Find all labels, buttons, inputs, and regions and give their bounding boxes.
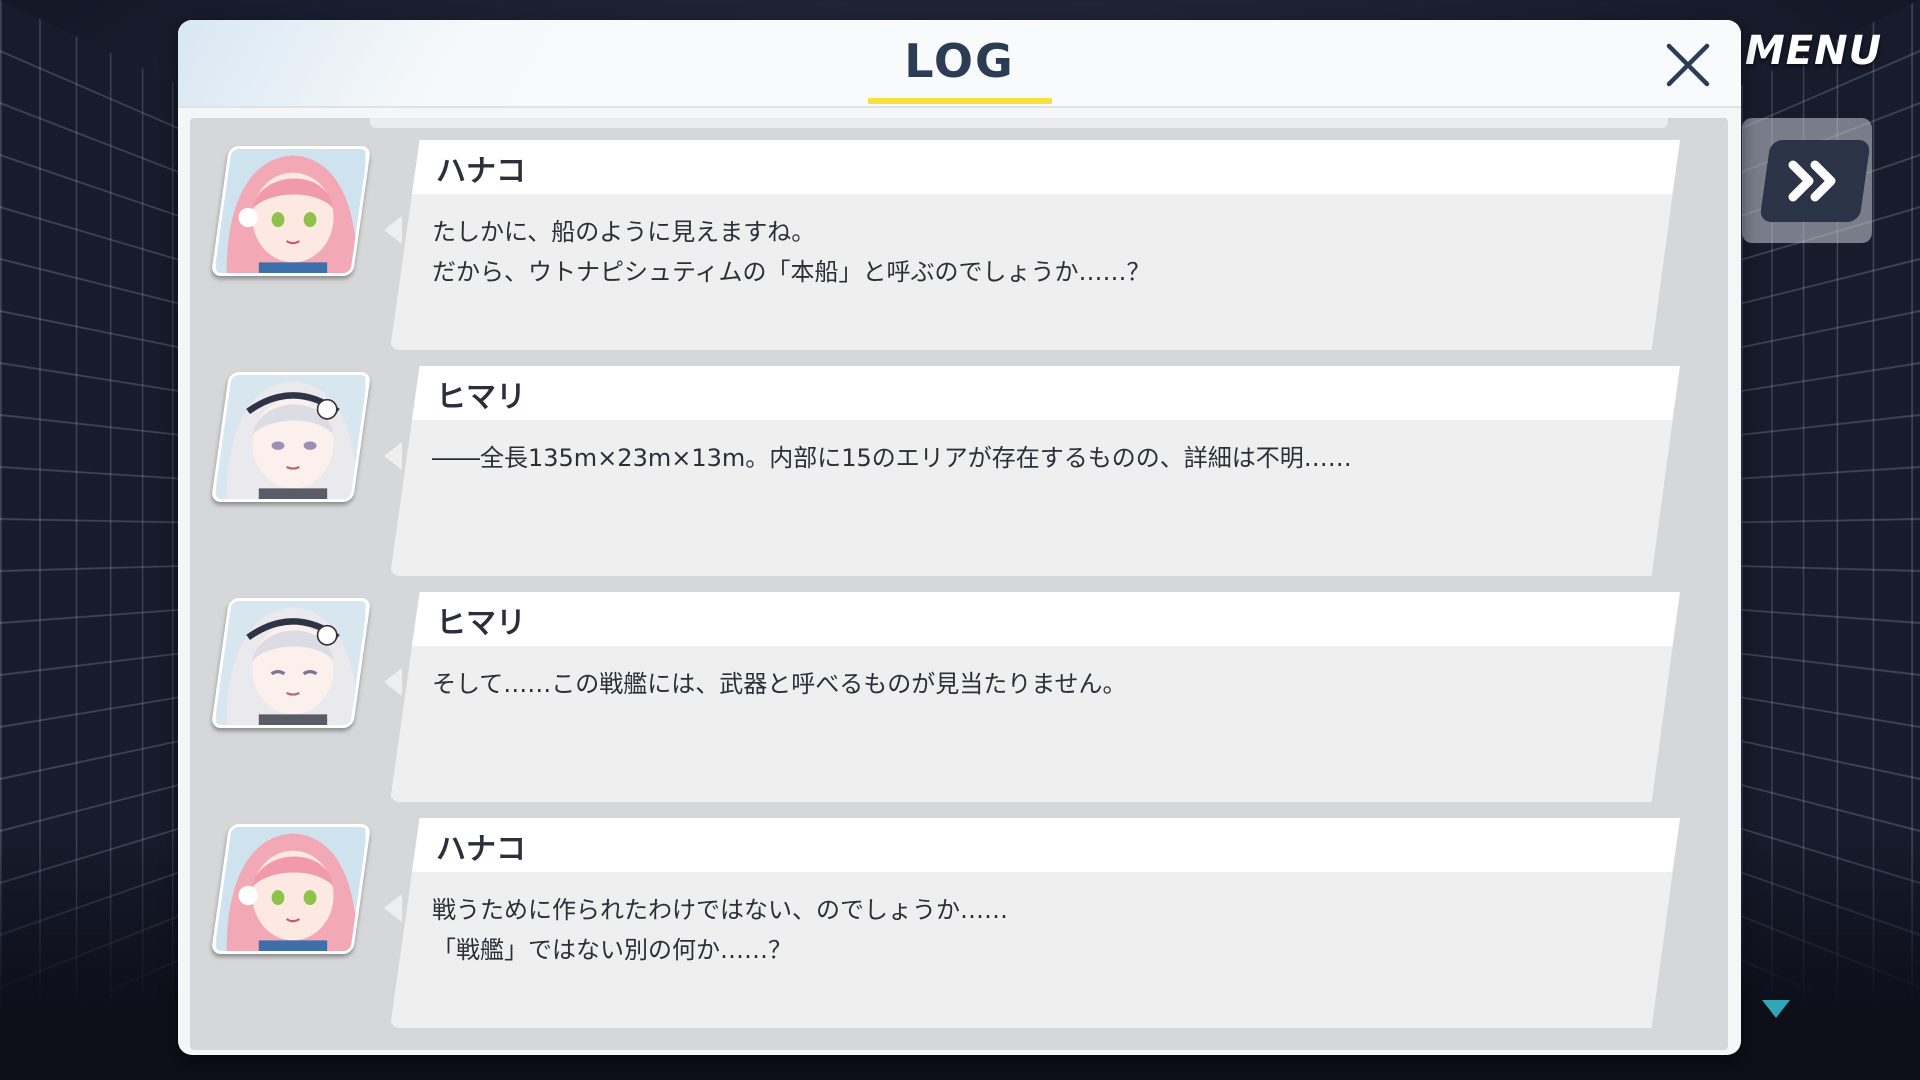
hanako-portrait [211, 146, 371, 276]
title-underline [868, 98, 1052, 104]
log-list[interactable]: ハナコ たしかに、船のように見えますね。 だから、ウトナピシュティムの「本船」と… [190, 118, 1728, 1050]
dialogue-bubble: ヒマリ そして……この戦艦には、武器と呼べるものが見当たりません。 [390, 592, 1680, 802]
dialog-title: LOG [178, 34, 1741, 88]
speaker-name: ハナコ [436, 824, 526, 868]
himari-portrait [211, 598, 371, 728]
dialogue-bubble: ヒマリ ――全長135m×23m×13m。内部に15のエリアが存在するものの、詳… [390, 366, 1680, 576]
dialogue-bubble: ハナコ 戦うために作られたわけではない、のでしょうか…… 「戦艦」ではない別の何… [390, 818, 1680, 1028]
log-entry: ハナコ たしかに、船のように見えますね。 だから、ウトナピシュティムの「本船」と… [190, 118, 1728, 330]
close-icon [1665, 42, 1711, 88]
dialogue-bubble: ハナコ たしかに、船のように見えますね。 だから、ウトナピシュティムの「本船」と… [390, 140, 1680, 350]
dialogue-line: たしかに、船のように見えますね。 [432, 212, 815, 247]
fast-forward-button[interactable] [1759, 140, 1871, 222]
speaker-name: ヒマリ [436, 372, 526, 416]
hanako-portrait [211, 824, 371, 954]
dialogue-line: 「戦艦」ではない別の何か……？ [432, 930, 792, 965]
menu-button[interactable]: MENU [1745, 28, 1882, 74]
dialogue-line: ――全長135m×23m×13m。内部に15のエリアが存在するものの、詳細は不明… [432, 438, 1352, 473]
log-entry: ヒマリ ――全長135m×23m×13m。内部に15のエリアが存在するものの、詳… [190, 344, 1728, 556]
dialogue-line: 戦うために作られたわけではない、のでしょうか…… [432, 890, 1008, 925]
log-dialog: LOG ハナコ たしかに、船のように見えますね。 だから、ウトナピシュティムの「… [178, 20, 1741, 1055]
dialogue-line: そして……この戦艦には、武器と呼べるものが見当たりません。 [432, 664, 1127, 699]
speaker-name: ハナコ [436, 146, 526, 190]
himari-portrait [211, 372, 371, 502]
dialogue-line: だから、ウトナピシュティムの「本船」と呼ぶのでしょうか……？ [432, 252, 1151, 287]
dialog-header: LOG [178, 20, 1741, 108]
log-entry: ハナコ 戦うために作られたわけではない、のでしょうか…… 「戦艦」ではない別の何… [190, 796, 1728, 1008]
log-entry: ヒマリ そして……この戦艦には、武器と呼べるものが見当たりません。 [190, 570, 1728, 782]
speaker-name: ヒマリ [436, 598, 526, 642]
double-chevron-right-icon [1785, 159, 1845, 203]
close-button[interactable] [1657, 34, 1719, 96]
scroll-down-icon[interactable] [1760, 998, 1792, 1020]
